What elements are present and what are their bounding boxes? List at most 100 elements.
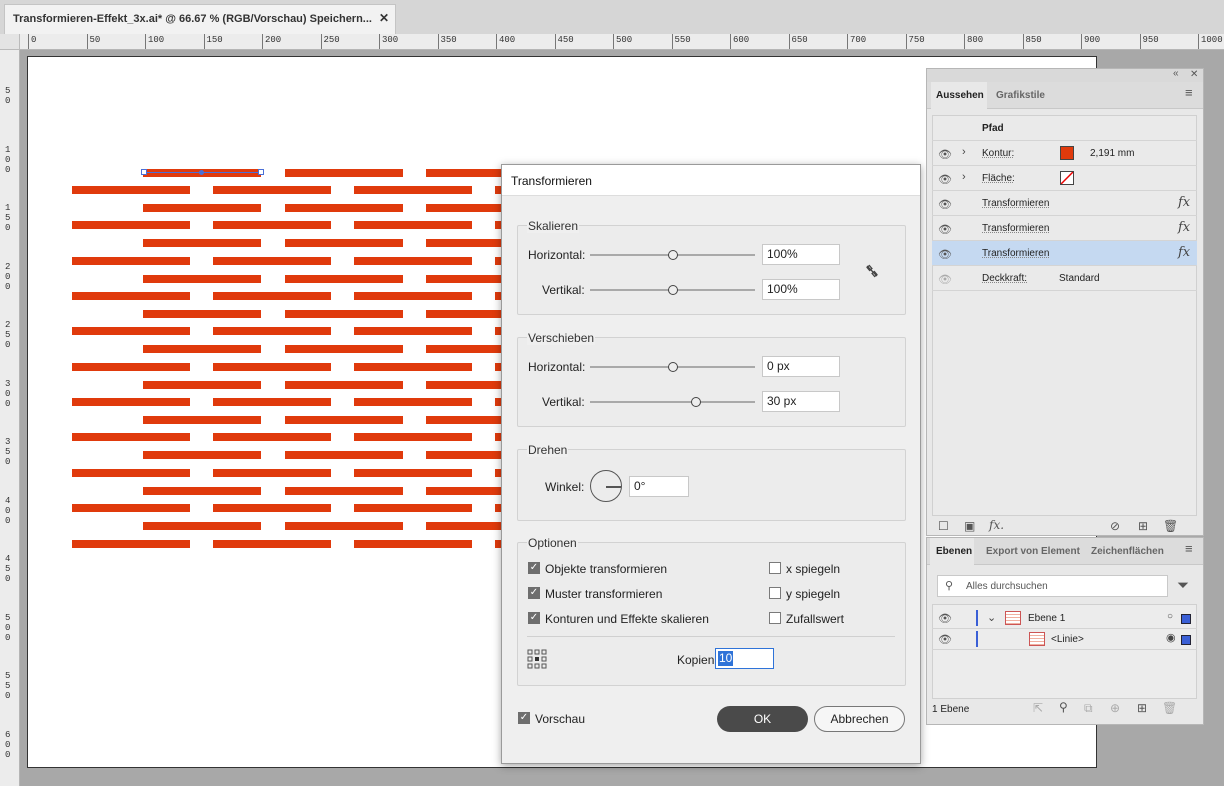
artwork-line[interactable] [143,239,261,247]
transform-patterns-checkbox[interactable]: ✓ [528,587,540,599]
new-sublayer-icon[interactable]: ⊕ [1110,701,1120,715]
reflect-y-checkbox[interactable] [769,587,781,599]
artwork-line[interactable] [143,522,261,530]
stroke-label[interactable]: Kontur: [982,148,1014,159]
appearance-row-stroke[interactable]: 👁 › Kontur: 2,191 mm [932,141,1197,166]
artwork-line[interactable] [354,504,472,512]
effect-label[interactable]: Transformieren [982,248,1049,259]
trash-icon[interactable]: 🗑 [1162,701,1177,715]
appearance-row-effect[interactable]: 👁 Transformieren fx [932,191,1197,216]
artwork-line[interactable] [213,398,331,406]
artwork-line[interactable] [354,186,472,194]
filter-icon[interactable]: ⏷ [1177,577,1189,594]
artwork-line[interactable] [354,327,472,335]
appearance-row-effect[interactable]: 👁 Transformieren fx [932,216,1197,241]
sublayer-name[interactable]: <Linie> [1051,634,1084,645]
effect-label[interactable]: Transformieren [982,198,1049,209]
vertical-ruler[interactable]: 50 100 150 200 250 300 350 400 450 500 550 600 [0,50,20,786]
artwork-line[interactable] [426,381,502,389]
move-vertical-slider-knob[interactable] [691,397,701,407]
artwork-line[interactable] [285,310,403,318]
artwork-line[interactable] [285,487,403,495]
panel-menu-icon[interactable]: ≡ [1185,541,1193,556]
artwork-line[interactable] [285,522,403,530]
selection-indicator[interactable] [1181,614,1191,624]
artwork-line[interactable] [143,381,261,389]
artwork-line[interactable] [213,433,331,441]
search-icon[interactable]: ⚲ [1059,700,1068,714]
artwork-line[interactable] [426,310,502,318]
artwork-line[interactable] [143,310,261,318]
random-checkbox[interactable] [769,612,781,624]
cancel-button[interactable]: Abbrechen [814,706,905,732]
collapse-icon[interactable]: « [1173,68,1179,79]
artwork-line[interactable] [72,363,190,371]
layer-row[interactable]: 👁 ⌄ Ebene 1 ○ [932,608,1197,629]
artwork-line[interactable] [354,433,472,441]
fx-icon[interactable]: fx [1178,220,1190,235]
artwork-line[interactable] [72,398,190,406]
artwork-line[interactable] [213,221,331,229]
artwork-line[interactable] [213,540,331,548]
artwork-line[interactable] [426,416,502,424]
artwork-line[interactable] [213,327,331,335]
duplicate-item-icon[interactable]: ⊞ [1138,519,1148,533]
selection-handle[interactable] [258,169,264,175]
artwork-line[interactable] [354,469,472,477]
new-layer-icon[interactable]: ⊞ [1137,701,1147,715]
artwork-line[interactable] [143,204,261,212]
fx-icon[interactable]: fx [1178,245,1190,260]
rotate-angle-field[interactable]: 0° [629,476,689,497]
artwork-line[interactable] [426,169,502,177]
artwork-line[interactable] [72,292,190,300]
fill-label[interactable]: Fläche: [982,173,1015,184]
target-selected-icon[interactable]: ◉ [1166,631,1176,644]
tab-export-von-element[interactable]: Export von Element [980,538,1080,564]
artwork-line[interactable] [354,257,472,265]
add-effect-icon[interactable]: fx. [989,518,1004,532]
artwork-line[interactable] [72,504,190,512]
scale-strokes-checkbox[interactable]: ✓ [528,612,540,624]
tab-grafikstile[interactable]: Grafikstile [989,82,1055,108]
artwork-line[interactable] [143,451,261,459]
artwork-line[interactable] [354,292,472,300]
stroke-weight[interactable]: 2,191 mm [1090,148,1134,159]
artwork-line[interactable] [213,257,331,265]
artwork-line[interactable] [72,433,190,441]
chain-broken-icon[interactable] [864,263,880,279]
move-horizontal-slider-knob[interactable] [668,362,678,372]
dialog-titlebar[interactable]: Transformieren [502,165,920,196]
move-horizontal-field[interactable]: 0 px [762,356,840,377]
clear-appearance-icon[interactable]: ⊘ [1110,519,1120,533]
clipping-mask-icon[interactable]: ⧉ [1084,701,1093,716]
visibility-eye-icon[interactable]: 👁 [938,248,952,261]
artwork-line[interactable] [143,275,261,283]
tab-zeichenflaechen[interactable]: Zeichenflächen [1086,538,1176,564]
visibility-eye-icon[interactable]: 👁 [938,223,952,236]
artwork-line[interactable] [426,204,502,212]
trash-icon[interactable]: 🗑 [1163,519,1178,533]
artwork-line[interactable] [143,345,261,353]
visibility-eye-icon[interactable]: 👁 [938,198,952,211]
transform-objects-checkbox[interactable]: ✓ [528,562,540,574]
opacity-label[interactable]: Deckkraft: [982,273,1027,284]
artwork-line[interactable] [426,275,502,283]
artwork-line[interactable] [426,522,502,530]
artwork-line[interactable] [72,540,190,548]
visibility-eye-icon[interactable]: 👁 [938,273,952,286]
add-stroke-icon[interactable]: ☐ [938,519,949,533]
tab-ebenen[interactable]: Ebenen [930,538,974,565]
selection-indicator[interactable] [1181,635,1191,645]
artwork-line[interactable] [354,398,472,406]
artwork-line[interactable] [72,257,190,265]
document-tab[interactable]: Transformieren-Effekt_3x.ai* @ 66.67 % (… [4,4,396,34]
stroke-swatch[interactable] [1060,146,1074,160]
artwork-line[interactable] [72,221,190,229]
appearance-row-fill[interactable]: 👁 › Fläche: [932,166,1197,191]
move-vertical-field[interactable]: 30 px [762,391,840,412]
artwork-line[interactable] [143,416,261,424]
preview-checkbox[interactable]: ✓ [518,712,530,724]
ruler-origin[interactable] [0,34,20,50]
artwork-line[interactable] [213,292,331,300]
scale-vertical-field[interactable]: 100% [762,279,840,300]
